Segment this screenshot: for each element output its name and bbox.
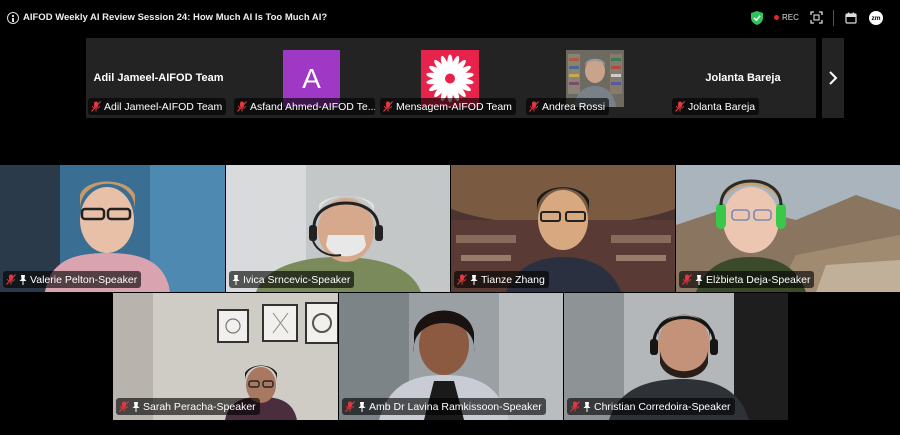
video-tile[interactable]: Elżbieta Deja-Speaker [676,165,900,292]
user-avatar[interactable]: zm [869,11,883,25]
participant-name: Elżbieta Deja-Speaker [706,273,811,286]
shield-icon[interactable] [751,11,763,25]
mic-off-icon [383,101,393,112]
video-tile[interactable]: Tianze Zhang [451,165,675,292]
participant-name: Tianze Zhang [481,273,545,286]
strip-thumbnail[interactable]: Andrea Rossi [524,38,669,118]
video-tile-active-speaker[interactable]: Ivica Srncevic-Speaker [226,165,450,292]
mic-off-icon [457,274,467,285]
video-tile[interactable]: Valerie Pelton-Speaker [0,165,225,292]
participant-name-tag: Mensagem-AIFOD Team [380,98,516,115]
strip-thumbnail[interactable]: Jolanta Bareja Jolanta Bareja [670,38,816,118]
participant-name-tag: Amb Dr Lavina Ramkissoon-Speaker [342,398,546,415]
pin-icon [470,274,478,285]
video-tile[interactable]: Christian Corredoira-Speaker [564,293,788,420]
mic-off-icon [91,101,101,112]
mic-off-icon [675,101,685,112]
participant-name: Christian Corredoira-Speaker [594,400,731,413]
participant-name-tag: Adil Jameel-AIFOD Team [88,98,227,115]
pin-icon [583,401,591,412]
pin-icon [358,401,366,412]
participant-name-tag: Valerie Pelton-Speaker [3,271,142,288]
strip-thumbnail[interactable]: Mensagem-AIFOD Team [378,38,523,118]
pin-icon [232,274,240,285]
participant-name: Valerie Pelton-Speaker [30,273,138,286]
recording-indicator[interactable]: REC [774,13,799,22]
view-icon[interactable] [810,11,823,24]
avatar-initial: A [302,62,321,94]
participant-name: Asfand Ahmed-AIFOD Te... [250,100,375,113]
mic-off-icon [345,401,355,412]
participant-name: Jolanta Bareja [688,100,756,113]
strip-thumbnail[interactable]: A Asfand Ahmed-AIFOD Te... [232,38,377,118]
participant-name: Mensagem-AIFOD Team [396,100,512,113]
mic-off-icon [570,401,580,412]
calendar-icon[interactable] [845,12,857,24]
participant-name: Amb Dr Lavina Ramkissoon-Speaker [369,400,542,413]
mic-off-icon [529,101,539,112]
mic-off-icon [237,101,247,112]
video-tile[interactable]: Sarah Peracha-Speaker [113,293,338,420]
participant-name: Adil Jameel-AIFOD Team [104,100,223,113]
participant-name-tag: Ivica Srncevic-Speaker [229,271,355,288]
pin-icon [132,401,140,412]
participant-name: Andrea Rossi [542,100,606,113]
meeting-top-bar: AIFOD Weekly AI Review Session 24: How M… [0,0,900,36]
video-tile[interactable]: Amb Dr Lavina Ramkissoon-Speaker [339,293,563,420]
toolbar-divider [833,10,834,26]
mic-off-icon [6,274,16,285]
recording-dot-icon [774,15,779,20]
pin-icon [19,274,27,285]
mic-off-icon [682,274,692,285]
pin-icon [695,274,703,285]
strip-thumbnail[interactable]: Adil Jameel-AIFOD Team Adil Jameel-AIFOD… [86,38,231,118]
chevron-right-icon [829,71,838,85]
participant-name: Sarah Peracha-Speaker [143,400,256,413]
participant-name: Ivica Srncevic-Speaker [243,273,351,286]
participant-display-name: Jolanta Bareja [705,72,781,84]
participant-name-tag: Elżbieta Deja-Speaker [679,271,815,288]
mic-off-icon [119,401,129,412]
participant-name-tag: Christian Corredoira-Speaker [567,398,735,415]
participant-name-tag: Asfand Ahmed-AIFOD Te... [234,98,375,115]
participant-name-tag: Andrea Rossi [526,98,610,115]
participant-name-tag: Jolanta Bareja [672,98,760,115]
participant-display-name: Adil Jameel-AIFOD Team [93,72,224,84]
strip-next-button[interactable] [822,38,844,118]
participant-name-tag: Tianze Zhang [454,271,549,288]
participant-name-tag: Sarah Peracha-Speaker [116,398,260,415]
info-icon[interactable] [7,12,19,24]
meeting-title: AIFOD Weekly AI Review Session 24: How M… [23,12,328,23]
rec-label: REC [782,13,799,22]
